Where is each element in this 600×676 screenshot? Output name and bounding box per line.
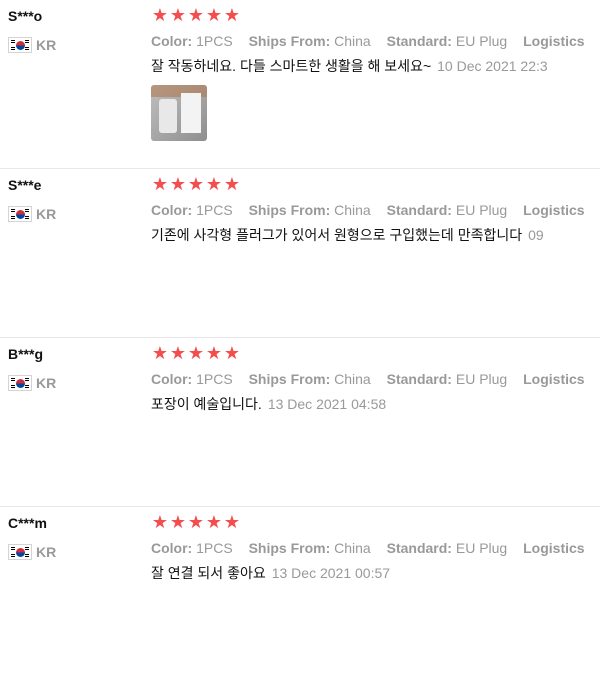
product-properties: Color: 1PCS Ships From: China Standard: … xyxy=(151,200,600,220)
review-item: S***e KR ★ ★ ★ ★ ★ Color: 1PCS Ships From: C… xyxy=(0,169,600,338)
star-icon: ★ xyxy=(151,512,169,532)
standard-value: EU Plug xyxy=(455,33,508,49)
star-icon: ★ xyxy=(151,5,169,25)
feedback-text: 포장이 예술입니다. xyxy=(151,396,262,412)
feedback-text: 기존에 사각형 플러그가 있어서 원형으로 구입했는데 만족합니다 xyxy=(151,227,523,243)
color-value: 1PCS xyxy=(196,33,233,49)
south-korea-flag-icon xyxy=(8,206,32,222)
reviewer-info: C***m KR xyxy=(8,513,148,562)
review-item: B***g KR ★ ★ ★ ★ ★ Color: 1PCS Ships From: C… xyxy=(0,338,600,507)
standard-label: Standard: xyxy=(386,202,452,218)
reviewer-country: KR xyxy=(8,204,148,224)
review-date: 10 Dec 2021 22:3 xyxy=(437,58,548,74)
star-rating: ★ ★ ★ ★ ★ xyxy=(151,511,600,533)
star-icon: ★ xyxy=(187,174,205,194)
reviewer-country: KR xyxy=(8,542,148,562)
logistics-label: Logistics xyxy=(523,202,585,218)
product-properties: Color: 1PCS Ships From: China Standard: … xyxy=(151,538,600,558)
reviewer-info: S***o KR xyxy=(8,6,148,55)
review-date: 13 Dec 2021 00:57 xyxy=(271,565,391,581)
review-content: ★ ★ ★ ★ ★ Color: 1PCS Ships From: China Stan… xyxy=(151,173,600,245)
star-icon: ★ xyxy=(205,174,223,194)
review-photo-thumbnail[interactable] xyxy=(151,85,207,141)
review-content: ★ ★ ★ ★ ★ Color: 1PCS Ships From: China Stan… xyxy=(151,342,600,414)
star-icon: ★ xyxy=(223,343,241,363)
country-code: KR xyxy=(36,37,57,53)
color-value: 1PCS xyxy=(196,540,233,556)
review-date: 13 Dec 2021 04:58 xyxy=(267,396,387,412)
feedback-text: 잘 작동하네요. 다들 스마트한 생활을 해 보세요~ xyxy=(151,58,432,74)
review-feedback: 잘 작동하네요. 다들 스마트한 생활을 해 보세요~ 10 Dec 2021 2… xyxy=(151,56,600,76)
logistics-label: Logistics xyxy=(523,371,585,387)
review-feedback: 포장이 예술입니다. 13 Dec 2021 04:58 xyxy=(151,394,600,414)
star-icon: ★ xyxy=(187,512,205,532)
south-korea-flag-icon xyxy=(8,544,32,560)
ships-from-value: China xyxy=(334,540,371,556)
country-code: KR xyxy=(36,375,57,391)
standard-value: EU Plug xyxy=(455,371,508,387)
star-icon: ★ xyxy=(151,343,169,363)
ships-from-label: Ships From: xyxy=(248,202,331,218)
standard-label: Standard: xyxy=(386,33,452,49)
reviewer-info: S***e KR xyxy=(8,175,148,224)
review-feedback: 잘 연결 되서 좋아요 13 Dec 2021 00:57 xyxy=(151,563,600,583)
south-korea-flag-icon xyxy=(8,375,32,391)
reviewer-country: KR xyxy=(8,35,148,55)
color-label: Color: xyxy=(151,33,193,49)
star-rating: ★ ★ ★ ★ ★ xyxy=(151,4,600,26)
star-icon: ★ xyxy=(169,5,187,25)
star-icon: ★ xyxy=(151,174,169,194)
reviewer-name: S***o xyxy=(8,8,43,24)
reviewer-name: S***e xyxy=(8,177,42,193)
review-item: S***o KR ★ ★ ★ ★ ★ Color: 1PCS Ships From: C… xyxy=(0,0,600,169)
review-list: S***o KR ★ ★ ★ ★ ★ Color: 1PCS Ships From: C… xyxy=(0,0,600,676)
south-korea-flag-icon xyxy=(8,37,32,53)
color-value: 1PCS xyxy=(196,202,233,218)
logistics-label: Logistics xyxy=(523,540,585,556)
country-code: KR xyxy=(36,206,57,222)
review-content: ★ ★ ★ ★ ★ Color: 1PCS Ships From: China Stan… xyxy=(151,4,600,141)
star-icon: ★ xyxy=(169,512,187,532)
star-icon: ★ xyxy=(169,174,187,194)
star-rating: ★ ★ ★ ★ ★ xyxy=(151,173,600,195)
reviewer-name: C***m xyxy=(8,515,47,531)
star-icon: ★ xyxy=(223,5,241,25)
star-icon: ★ xyxy=(205,512,223,532)
review-item: C***m KR ★ ★ ★ ★ ★ Color: 1PCS Ships From: C… xyxy=(0,507,600,676)
star-icon: ★ xyxy=(187,5,205,25)
ships-from-value: China xyxy=(334,371,371,387)
product-properties: Color: 1PCS Ships From: China Standard: … xyxy=(151,31,600,51)
country-code: KR xyxy=(36,544,57,560)
star-rating: ★ ★ ★ ★ ★ xyxy=(151,342,600,364)
review-feedback: 기존에 사각형 플러그가 있어서 원형으로 구입했는데 만족합니다 09 xyxy=(151,225,600,245)
star-icon: ★ xyxy=(205,5,223,25)
feedback-text: 잘 연결 되서 좋아요 xyxy=(151,565,266,581)
standard-value: EU Plug xyxy=(455,540,508,556)
star-icon: ★ xyxy=(223,174,241,194)
ships-from-value: China xyxy=(334,33,371,49)
color-label: Color: xyxy=(151,202,193,218)
star-icon: ★ xyxy=(205,343,223,363)
reviewer-country: KR xyxy=(8,373,148,393)
ships-from-label: Ships From: xyxy=(248,371,331,387)
standard-label: Standard: xyxy=(386,540,452,556)
review-date: 09 xyxy=(528,227,544,243)
standard-value: EU Plug xyxy=(455,202,508,218)
star-icon: ★ xyxy=(169,343,187,363)
reviewer-info: B***g KR xyxy=(8,344,148,393)
review-content: ★ ★ ★ ★ ★ Color: 1PCS Ships From: China Stan… xyxy=(151,511,600,583)
product-properties: Color: 1PCS Ships From: China Standard: … xyxy=(151,369,600,389)
color-label: Color: xyxy=(151,371,193,387)
color-value: 1PCS xyxy=(196,371,233,387)
color-label: Color: xyxy=(151,540,193,556)
ships-from-label: Ships From: xyxy=(248,540,331,556)
ships-from-label: Ships From: xyxy=(248,33,331,49)
logistics-label: Logistics xyxy=(523,33,585,49)
reviewer-name: B***g xyxy=(8,346,44,362)
star-icon: ★ xyxy=(223,512,241,532)
star-icon: ★ xyxy=(187,343,205,363)
ships-from-value: China xyxy=(334,202,371,218)
standard-label: Standard: xyxy=(386,371,452,387)
